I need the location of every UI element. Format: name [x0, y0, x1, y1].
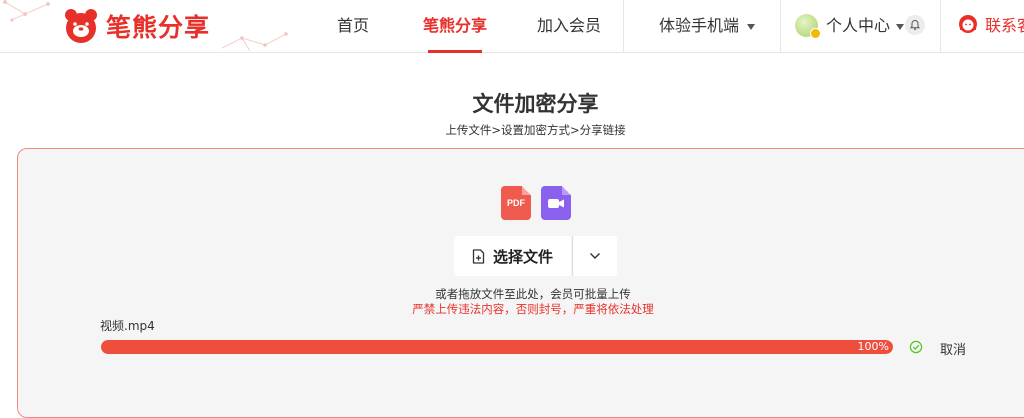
nav-membership-label: 加入会员: [537, 16, 602, 35]
select-file-label: 选择文件: [492, 247, 553, 266]
nav-bixiong-share-label: 笔熊分享: [423, 16, 488, 35]
logo[interactable]: 笔熊分享: [62, 6, 210, 46]
caret-down-icon: [747, 23, 756, 30]
active-tab-indicator: [428, 50, 483, 53]
vip-badge-icon: [810, 28, 821, 39]
legal-warning: 严禁上传违法内容，否则封号，严重将依法处理: [412, 302, 654, 316]
decorative-network-graphic: [221, 32, 288, 52]
nav-divider: [623, 0, 624, 53]
top-header: 笔熊分享 首页 笔熊分享 加入会员 体验手机端 个人中心 联系客: [0, 0, 1024, 53]
cancel-upload-button[interactable]: 取消: [940, 339, 966, 358]
document-icon: [472, 248, 485, 264]
nav-mobile-label: 体验手机端: [659, 16, 740, 35]
chevron-down-icon: [590, 253, 600, 259]
nav-divider: [940, 0, 941, 53]
drag-drop-hint: 或者拖放文件至此处，会员可批量上传: [435, 287, 631, 301]
bear-logo-icon: [65, 9, 97, 43]
notification-button[interactable]: [905, 15, 925, 35]
contact-service-link[interactable]: 联系客: [985, 0, 1024, 53]
user-center-dropdown[interactable]: 个人中心: [826, 0, 905, 53]
pdf-file-icon: PDF: [501, 186, 531, 220]
caret-down-icon: [896, 23, 905, 30]
nav-bixiong-share[interactable]: 笔熊分享: [423, 0, 487, 53]
page-title: 文件加密分享: [472, 92, 599, 116]
nav-mobile-dropdown[interactable]: 体验手机端: [659, 0, 756, 53]
pdf-icon-label: PDF: [507, 198, 525, 208]
check-circle-icon: [909, 340, 923, 354]
step-breadcrumb: 上传文件>设置加密方式>分享链接: [445, 123, 626, 137]
contact-service-label: 联系客: [985, 16, 1024, 35]
progress-fill: 100%: [101, 340, 893, 354]
uploaded-file-name: 视频.mp4: [100, 319, 155, 333]
upload-progress-bar: 100%: [101, 340, 893, 354]
nav-divider: [780, 0, 781, 53]
bell-icon: [909, 19, 921, 31]
nav-home-label: 首页: [337, 16, 370, 35]
upload-dropzone[interactable]: PDF 选择文件 或者拖放文件至此处，会员可批量上传 严禁上传违法内容，否则封号…: [17, 148, 1024, 418]
progress-percent: 100%: [857, 340, 889, 353]
avatar[interactable]: [795, 14, 821, 39]
select-file-button[interactable]: 选择文件: [454, 236, 571, 276]
nav-home[interactable]: 首页: [337, 0, 369, 53]
customer-service-icon: [959, 15, 977, 33]
nav-membership[interactable]: 加入会员: [537, 0, 601, 53]
decorative-network-graphic: [3, 0, 50, 22]
user-center-label: 个人中心: [826, 16, 891, 35]
video-file-icon: [541, 186, 571, 220]
select-file-dropdown[interactable]: [572, 236, 617, 276]
logo-text: 笔熊分享: [106, 13, 211, 42]
